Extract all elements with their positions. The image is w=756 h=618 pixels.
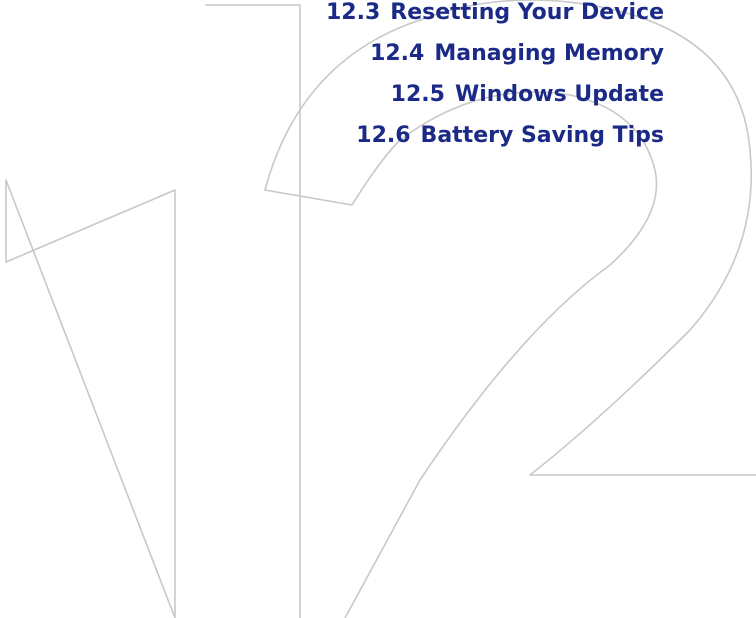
digit-one-outline [5, 4, 301, 618]
chapter-page: 12.3 Resetting Your Device 12.4 Managing M… [0, 0, 756, 618]
toc-item[interactable]: 12.3 Resetting Your Device [326, 0, 664, 33]
section-title: Managing Memory [434, 41, 664, 66]
section-number: 12.5 [390, 82, 445, 107]
toc-item[interactable]: 12.5 Windows Update [326, 74, 664, 115]
section-list: 12.3 Resetting Your Device 12.4 Managing M… [326, 0, 664, 156]
toc-item[interactable]: 12.4 Managing Memory [326, 33, 664, 74]
section-number: 12.6 [356, 123, 411, 148]
section-title: Windows Update [454, 82, 664, 107]
section-title: Resetting Your Device [390, 0, 664, 25]
section-title: Battery Saving Tips [420, 123, 664, 148]
toc-item[interactable]: 12.6 Battery Saving Tips [326, 115, 664, 156]
section-number: 12.3 [325, 0, 381, 25]
section-number: 12.4 [370, 41, 425, 66]
